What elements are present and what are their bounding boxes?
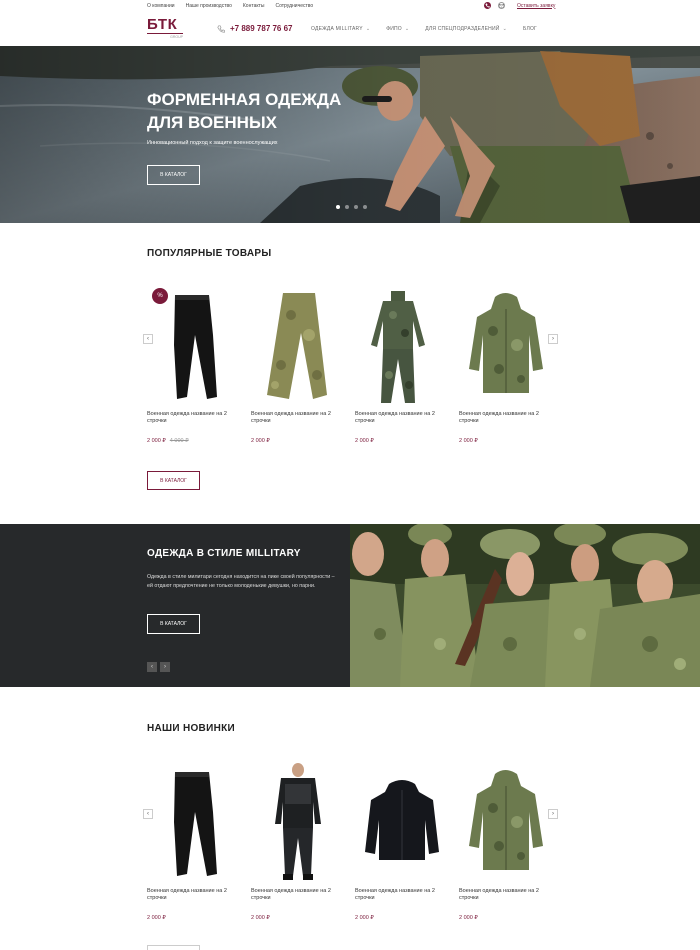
nav-military-label: ОДЕЖДА MILLITARY: [311, 26, 363, 32]
product-price: 2 000 ₽: [355, 915, 450, 921]
product-image-black-pants[interactable]: [147, 762, 242, 882]
military-description: Одежда в стиле милитари сегодня находитс…: [147, 574, 335, 589]
nav-special[interactable]: ДЛЯ СПЕЦПОДРАЗДЕЛЕНИЙ ⌄: [425, 26, 507, 32]
product-price: 2 000 ₽: [459, 915, 554, 921]
chevron-down-icon: ⌄: [365, 26, 371, 32]
top-nav-cooperation[interactable]: Сотрудничество: [275, 3, 313, 9]
jacket-icon: [469, 293, 543, 393]
nav-blog-label: БЛОГ: [522, 26, 537, 32]
logo-text: БТК: [147, 16, 178, 33]
product-image-camo-jacket[interactable]: [459, 762, 554, 882]
product-card[interactable]: Военная одежда название на 2 строчки 2 0…: [251, 762, 346, 921]
jacket-icon: [469, 770, 543, 870]
novelties-catalog-button[interactable]: [147, 945, 200, 950]
price-value: 2 000 ₽: [459, 438, 478, 444]
price-value: 2 000 ₽: [251, 915, 270, 921]
old-price-value: 4 000 ₽: [169, 438, 189, 444]
product-image-black-suit[interactable]: [251, 762, 346, 882]
jacket-icon: [365, 780, 439, 860]
product-card[interactable]: Военная одежда название на 2 строчки 2 0…: [355, 285, 450, 444]
product-name[interactable]: Военная одежда название на 2 строчки: [147, 411, 242, 425]
product-card[interactable]: Военная одежда название на 2 строчки 2 0…: [459, 762, 554, 921]
product-name[interactable]: Военная одежда название на 2 строчки: [459, 888, 554, 902]
product-image-camo-pants[interactable]: [251, 285, 346, 405]
nav-military[interactable]: ОДЕЖДА MILLITARY ⌄: [311, 26, 370, 32]
product-image-camo-jacket[interactable]: [459, 285, 554, 405]
product-card[interactable]: Военная одежда название на 2 строчки 2 0…: [251, 285, 346, 444]
hero-subtitle: Инновационный подход к защите военнослуж…: [147, 140, 278, 146]
price-value: 2 000 ₽: [355, 438, 374, 444]
logo[interactable]: БТК GROUP: [147, 17, 185, 41]
slider-dot[interactable]: [336, 205, 340, 209]
chevron-down-icon: ⌄: [404, 26, 410, 32]
main-nav: ОДЕЖДА MILLITARY ⌄ ФИПО ⌄ ДЛЯ СПЕЦПОДРАЗДЕ…: [311, 26, 537, 32]
product-price: 2 000 ₽: [251, 438, 346, 444]
nav-fipo[interactable]: ФИПО ⌄: [386, 26, 409, 32]
military-catalog-button[interactable]: В КАТАЛОГ: [147, 614, 200, 634]
nav-blog[interactable]: БЛОГ: [523, 26, 537, 32]
nav-fipo-label: ФИПО: [386, 26, 402, 32]
hero-slider-dots: [336, 205, 367, 209]
product-card[interactable]: Военная одежда название на 2 строчки 2 0…: [147, 762, 242, 921]
logo-subtext: GROUP: [147, 33, 183, 39]
product-price: 2 000 ₽4 000 ₽: [147, 438, 242, 444]
phone-number: +7 889 787 76 67: [230, 24, 293, 33]
request-link[interactable]: Оставить заявку: [517, 3, 555, 9]
product-image-camo-suit[interactable]: [355, 285, 450, 405]
top-nav-about[interactable]: О компании: [147, 3, 175, 9]
hero-title: ФОРМЕННАЯ ОДЕЖДА ДЛЯ ВОЕННЫХ: [147, 90, 342, 132]
product-name[interactable]: Военная одежда название на 2 строчки: [459, 411, 554, 425]
popular-catalog-button[interactable]: В КАТАЛОГ: [147, 471, 200, 490]
military-slider-arrows: ‹ ›: [147, 662, 170, 672]
product-price: 2 000 ₽: [147, 915, 242, 921]
product-name[interactable]: Военная одежда название на 2 строчки: [355, 411, 450, 425]
military-prev-button[interactable]: ‹: [147, 662, 157, 672]
price-value: 2 000 ₽: [251, 438, 270, 444]
product-name[interactable]: Военная одежда название на 2 строчки: [355, 888, 450, 902]
product-price: 2 000 ₽: [355, 438, 450, 444]
phone-icon[interactable]: [484, 2, 491, 9]
product-price: 2 000 ₽: [459, 438, 554, 444]
product-name[interactable]: Военная одежда название на 2 строчки: [147, 888, 242, 902]
camo-suit-icon: [371, 291, 425, 403]
product-name[interactable]: Военная одежда название на 2 строчки: [251, 411, 346, 425]
top-nav: О компании Наше производство Контакты Со…: [147, 3, 313, 9]
header-phone[interactable]: +7 889 787 76 67: [217, 24, 293, 33]
price-value: 2 000 ₽: [459, 915, 478, 921]
hero-catalog-button[interactable]: В КАТАЛОГ: [147, 165, 200, 185]
top-nav-production[interactable]: Наше производство: [186, 3, 232, 9]
popular-title: ПОПУЛЯРНЫЕ ТОВАРЫ: [147, 248, 272, 259]
chevron-down-icon: ⌄: [502, 26, 507, 32]
sale-badge: %: [152, 288, 168, 304]
nav-special-label: ДЛЯ СПЕЦПОДРАЗДЕЛЕНИЙ: [425, 26, 500, 32]
product-card[interactable]: Военная одежда название на 2 строчки 2 0…: [147, 285, 242, 444]
product-price: 2 000 ₽: [251, 915, 346, 921]
hero-image: [0, 46, 700, 223]
product-name[interactable]: Военная одежда название на 2 строчки: [251, 888, 346, 902]
top-nav-contacts[interactable]: Контакты: [243, 3, 265, 9]
military-next-button[interactable]: ›: [160, 662, 170, 672]
slider-dot[interactable]: [345, 205, 349, 209]
mail-icon[interactable]: [498, 2, 505, 9]
top-actions: Оставить заявку: [484, 2, 555, 9]
hero-banner: [0, 46, 700, 223]
price-value: 2 000 ₽: [147, 438, 166, 444]
pants-icon: [174, 772, 217, 876]
pants-icon: [267, 293, 327, 399]
military-photo: [350, 524, 700, 687]
price-value: 2 000 ₽: [355, 915, 374, 921]
price-value: 2 000 ₽: [147, 915, 166, 921]
handset-icon: [217, 24, 225, 33]
slider-dot[interactable]: [363, 205, 367, 209]
military-title: ОДЕЖДА В СТИЛЕ MILLITARY: [147, 548, 301, 559]
novelties-title: НАШИ НОВИНКИ: [147, 723, 235, 734]
product-image-black-jacket[interactable]: [355, 762, 450, 882]
soldiers-image: [350, 524, 700, 687]
slider-dot[interactable]: [354, 205, 358, 209]
product-card[interactable]: Военная одежда название на 2 строчки 2 0…: [459, 285, 554, 444]
tactical-suit-icon: [275, 763, 321, 880]
product-card[interactable]: Военная одежда название на 2 строчки 2 0…: [355, 762, 450, 921]
